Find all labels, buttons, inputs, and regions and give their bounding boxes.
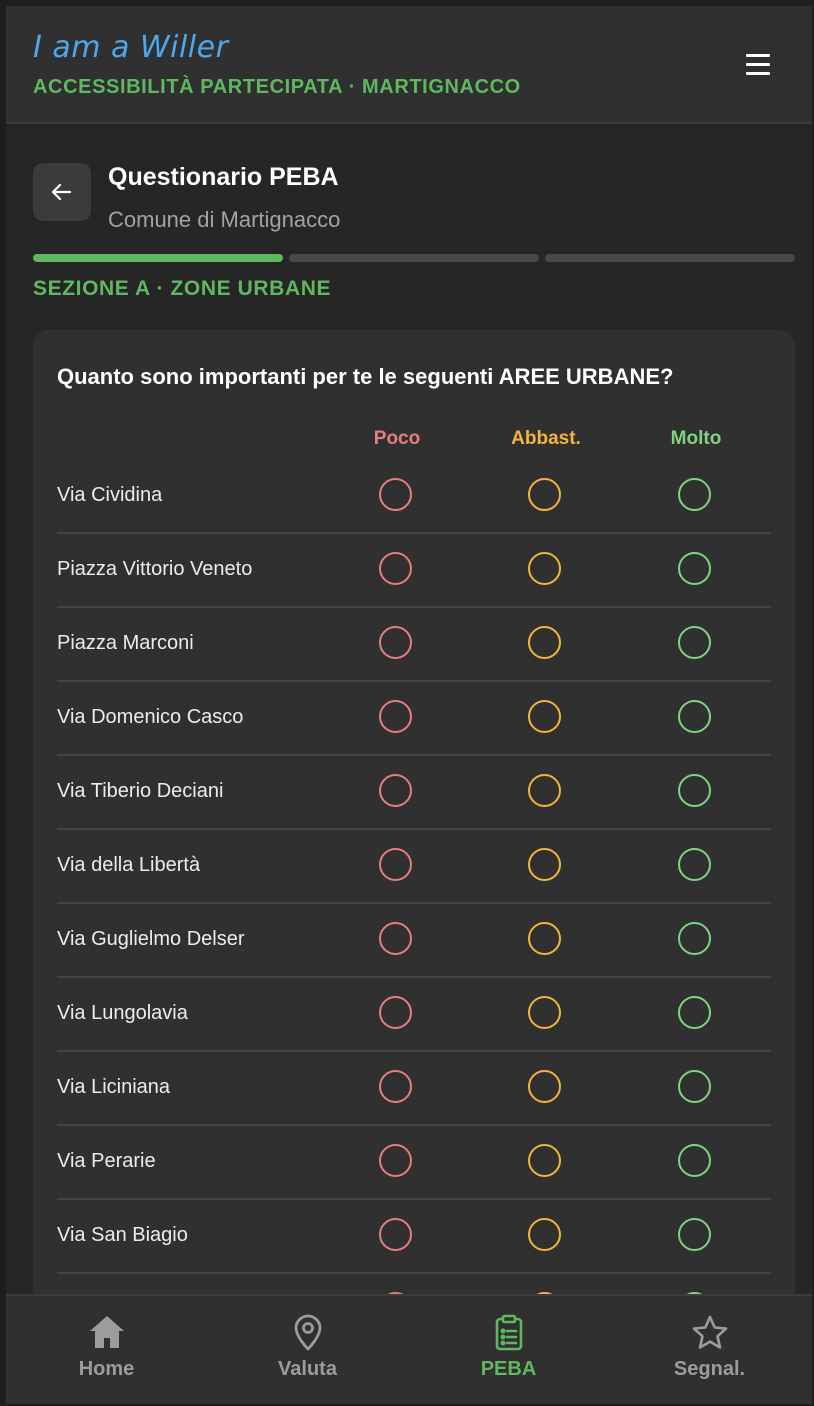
star-icon — [692, 1315, 728, 1349]
radio-poco[interactable] — [379, 848, 412, 881]
radio-poco[interactable] — [379, 626, 412, 659]
radio-molto[interactable] — [678, 1070, 711, 1103]
top-bar: I am a Willer ACCESSIBILITÀ PARTECIPATA … — [6, 6, 812, 124]
radio-poco[interactable] — [379, 996, 412, 1029]
radio-poco[interactable] — [379, 1218, 412, 1251]
radio-molto[interactable] — [678, 996, 711, 1029]
row-label: Via della Libertà — [57, 854, 201, 876]
arrow-left-icon — [51, 183, 72, 201]
section-label: SEZIONE A · ZONE URBANE — [33, 277, 332, 300]
row-label: Via San Biagio — [57, 1224, 188, 1246]
rating-row: Via San Biagio — [57, 1200, 771, 1274]
row-label: Via Tiberio Deciani — [57, 780, 224, 802]
radio-abbastanza[interactable] — [528, 1218, 561, 1251]
nav-valuta[interactable]: Valuta — [207, 1296, 408, 1404]
rating-row: Via della Libertà — [57, 830, 771, 904]
radio-abbastanza[interactable] — [528, 848, 561, 881]
row-label: Piazza Vittorio Veneto — [57, 558, 253, 580]
question-card: Quanto sono importanti per te le seguent… — [33, 330, 795, 1330]
row-label: Via Perarie — [57, 1150, 156, 1172]
hamburger-menu-icon[interactable] — [746, 54, 770, 76]
nav-label-valuta: Valuta — [278, 1358, 337, 1380]
page-title: Questionario PEBA — [108, 163, 339, 191]
nav-home[interactable]: Home — [6, 1296, 207, 1404]
radio-poco[interactable] — [379, 478, 412, 511]
row-label: Piazza Marconi — [57, 632, 194, 654]
progress-segment-3 — [545, 254, 795, 262]
radio-molto[interactable] — [678, 552, 711, 585]
column-header-poco: Poco — [373, 428, 421, 449]
radio-molto[interactable] — [678, 626, 711, 659]
rating-row: Via Domenico Casco — [57, 682, 771, 756]
rating-row: Piazza Vittorio Veneto — [57, 534, 771, 608]
radio-molto[interactable] — [678, 700, 711, 733]
radio-poco[interactable] — [379, 1070, 412, 1103]
nav-label-home: Home — [78, 1358, 135, 1380]
question-text: Quanto sono importanti per te le seguent… — [57, 364, 674, 389]
brand-logo: I am a Willer — [33, 30, 229, 65]
rating-row: Via Tiberio Deciani — [57, 756, 771, 830]
progress-segment-2 — [289, 254, 539, 262]
rating-row: Via Perarie — [57, 1126, 771, 1200]
radio-molto[interactable] — [678, 478, 711, 511]
nav-peba[interactable]: PEBA — [408, 1296, 609, 1404]
row-label: Via Cividina — [57, 484, 163, 506]
app-subtitle: ACCESSIBILITÀ PARTECIPATA · MARTIGNACCO — [33, 76, 521, 98]
home-icon — [90, 1316, 124, 1348]
back-button[interactable] — [33, 163, 91, 221]
row-label: Via Lungolavia — [57, 1002, 188, 1024]
column-header-molto: Molto — [670, 428, 722, 449]
row-label: Via Domenico Casco — [57, 706, 244, 728]
rating-row: Via Liciniana — [57, 1052, 771, 1126]
page-subtitle: Comune di Martignacco — [108, 207, 341, 232]
radio-molto[interactable] — [678, 1218, 711, 1251]
row-label: Via Liciniana — [57, 1076, 171, 1098]
radio-abbastanza[interactable] — [528, 774, 561, 807]
bottom-navigation: Home Valuta PEBA Segnal. — [6, 1294, 812, 1404]
radio-abbastanza[interactable] — [528, 552, 561, 585]
radio-abbastanza[interactable] — [528, 1070, 561, 1103]
rating-row: Via Lungolavia — [57, 978, 771, 1052]
radio-abbastanza[interactable] — [528, 922, 561, 955]
radio-molto[interactable] — [678, 848, 711, 881]
row-label: Via Guglielmo Delser — [57, 928, 245, 950]
radio-abbastanza[interactable] — [528, 626, 561, 659]
section-progress — [33, 254, 795, 262]
radio-molto[interactable] — [678, 922, 711, 955]
radio-poco[interactable] — [379, 922, 412, 955]
radio-poco[interactable] — [379, 1144, 412, 1177]
nav-label-segnal: Segnal. — [673, 1358, 746, 1380]
radio-molto[interactable] — [678, 1144, 711, 1177]
nav-label-peba: PEBA — [480, 1358, 537, 1380]
radio-abbastanza[interactable] — [528, 478, 561, 511]
map-pin-icon — [294, 1314, 322, 1351]
nav-segnal[interactable]: Segnal. — [609, 1296, 810, 1404]
radio-poco[interactable] — [379, 774, 412, 807]
clipboard-list-icon — [495, 1314, 523, 1351]
radio-molto[interactable] — [678, 774, 711, 807]
radio-poco[interactable] — [379, 552, 412, 585]
rating-row: Via Guglielmo Delser — [57, 904, 771, 978]
radio-abbastanza[interactable] — [528, 700, 561, 733]
rating-row: Piazza Marconi — [57, 608, 771, 682]
rating-rows: Via Cividina Piazza Vittorio Veneto Piazza… — [57, 460, 771, 1330]
progress-segment-1 — [33, 254, 283, 262]
page-header: Questionario PEBA Comune di Martignacco — [33, 163, 793, 233]
column-header-abbastanza: Abbast. — [511, 428, 581, 449]
app-window: I am a Willer ACCESSIBILITÀ PARTECIPATA … — [6, 6, 812, 1404]
radio-abbastanza[interactable] — [528, 996, 561, 1029]
radio-abbastanza[interactable] — [528, 1144, 561, 1177]
rating-row: Via Cividina — [57, 460, 771, 534]
radio-poco[interactable] — [379, 700, 412, 733]
